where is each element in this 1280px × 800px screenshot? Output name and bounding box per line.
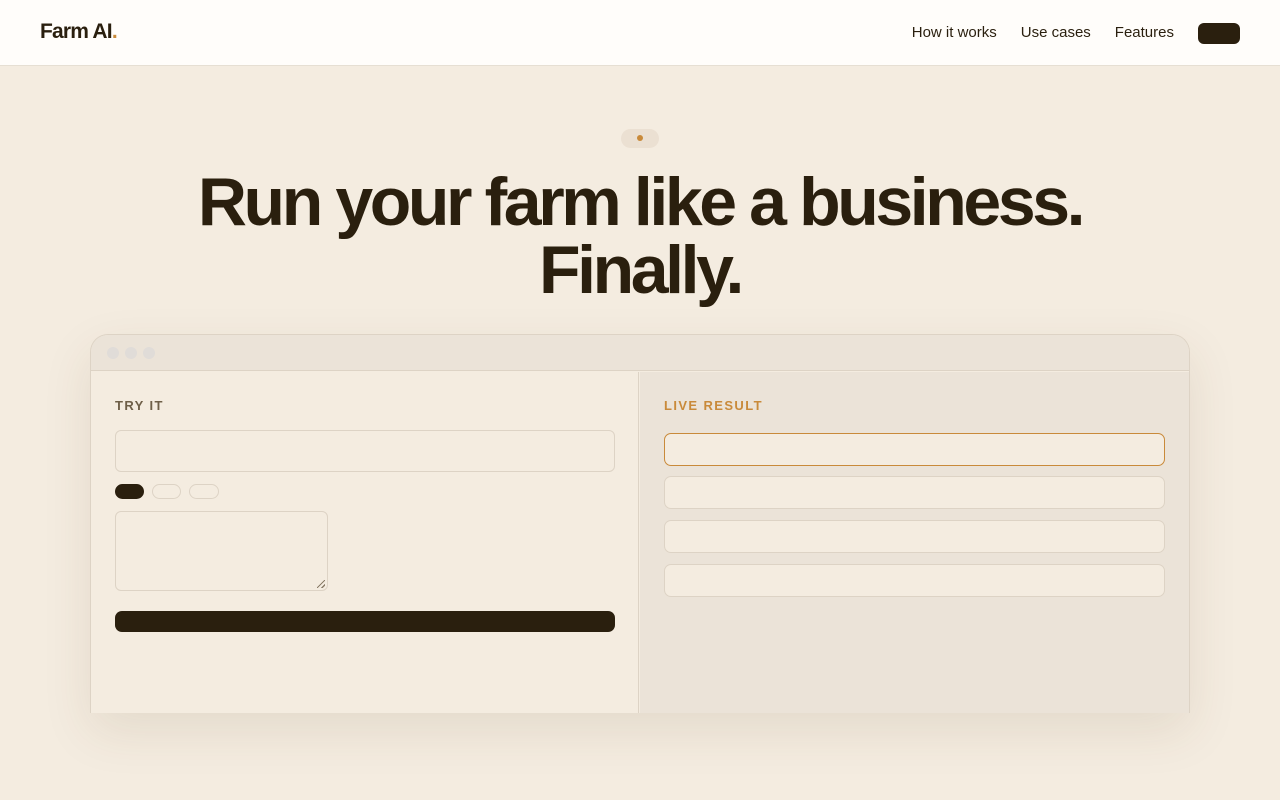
nav-links: How it works Use cases Features (912, 22, 1240, 44)
hero-headline: Run your farm like a business. Finally. (197, 164, 1086, 308)
live-result-label: LIVE RESULT (664, 398, 763, 413)
brand-name: Farm AI (40, 20, 113, 43)
nav-link-how-it-works[interactable]: How it works (912, 22, 997, 44)
window-dot-icon (107, 347, 119, 359)
demo-window: TRY IT LIVE RESULT (90, 334, 1190, 713)
try-it-pane: TRY IT (91, 372, 639, 713)
live-result-pane: LIVE RESULT (640, 372, 1189, 713)
details-textarea[interactable] (115, 511, 328, 591)
result-row (664, 433, 1165, 466)
resize-handle-icon[interactable] (317, 580, 325, 588)
submit-button[interactable] (115, 611, 615, 632)
result-row (664, 476, 1165, 509)
result-row (664, 520, 1165, 553)
window-dot-icon (143, 347, 155, 359)
brand-accent-dot: . (111, 20, 118, 43)
option-chip[interactable] (189, 484, 219, 499)
result-row (664, 564, 1165, 597)
window-titlebar (91, 335, 1189, 371)
option-chip[interactable] (115, 484, 144, 499)
nav-cta-button[interactable] (1198, 22, 1240, 44)
window-dot-icon (125, 347, 137, 359)
top-navbar: Farm AI. How it works Use cases Features (0, 0, 1280, 66)
hero-badge (621, 129, 659, 148)
prompt-input[interactable] (115, 430, 615, 472)
nav-link-features[interactable]: Features (1115, 22, 1174, 44)
nav-link-use-cases[interactable]: Use cases (1021, 22, 1091, 44)
badge-dot-icon (637, 135, 643, 141)
try-it-label: TRY IT (115, 398, 164, 413)
brand-logo[interactable]: Farm AI. (40, 20, 118, 44)
option-chip[interactable] (152, 484, 181, 499)
